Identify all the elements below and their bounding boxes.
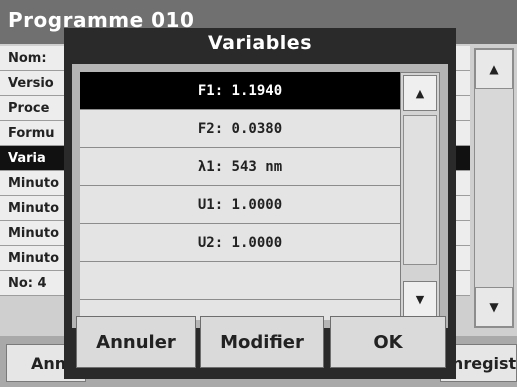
background-scroll-down-button[interactable]: ▼ (475, 287, 513, 327)
dialog-scroll-thumb[interactable] (403, 115, 437, 265)
variable-item-lambda1[interactable]: λ1: 543 nm (80, 148, 400, 186)
variable-item-u1[interactable]: U1: 1.0000 (80, 186, 400, 224)
dialog-scroll-down-button[interactable]: ▼ (403, 281, 437, 317)
variable-item-f2[interactable]: F2: 0.0380 (80, 110, 400, 148)
dialog-scroll-up-button[interactable]: ▲ (403, 75, 437, 111)
modify-button[interactable]: Modifier (200, 316, 324, 368)
dialog-scrollbar[interactable]: ▲ ▼ (400, 72, 440, 320)
variable-item-u2[interactable]: U2: 1.0000 (80, 224, 400, 262)
dialog-list-panel: F1: 1.1940 F2: 0.0380 λ1: 543 nm U1: 1.0… (72, 64, 448, 328)
triangle-up-icon: ▲ (489, 62, 499, 76)
dialog-title: Variables (208, 32, 312, 54)
triangle-up-icon: ▲ (415, 86, 425, 100)
triangle-down-icon: ▼ (415, 292, 425, 306)
variable-item-empty[interactable] (80, 262, 400, 300)
cancel-button[interactable]: Annuler (76, 316, 196, 368)
background-scrollbar[interactable]: ▲ ▼ (474, 48, 514, 328)
background-scroll-up-button[interactable]: ▲ (475, 49, 513, 89)
variable-item-f1[interactable]: F1: 1.1940 (80, 72, 400, 110)
triangle-down-icon: ▼ (489, 300, 499, 314)
variables-list: F1: 1.1940 F2: 0.0380 λ1: 543 nm U1: 1.0… (80, 72, 400, 320)
ok-button[interactable]: OK (330, 316, 446, 368)
variables-dialog: Variables F1: 1.1940 F2: 0.0380 λ1: 543 … (64, 28, 456, 379)
